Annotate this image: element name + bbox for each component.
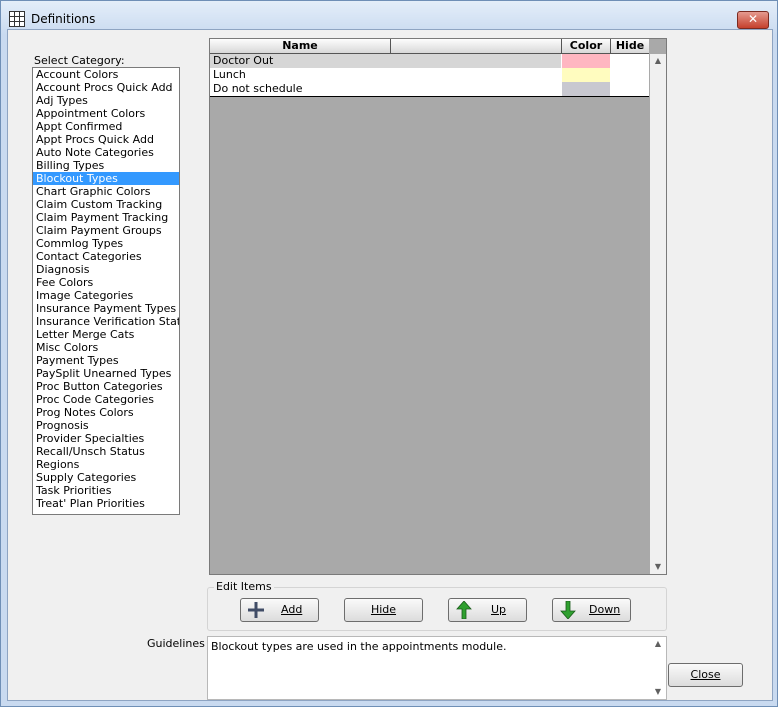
category-item[interactable]: Account Colors	[33, 68, 179, 81]
category-item[interactable]: Adj Types	[33, 94, 179, 107]
column-header-name[interactable]: Name	[210, 39, 391, 53]
grid-row[interactable]: Do not schedule	[210, 82, 649, 96]
category-item[interactable]: Appt Procs Quick Add	[33, 133, 179, 146]
hide-button-label: Hide	[370, 603, 397, 616]
guidelines-text: Blockout types are used in the appointme…	[211, 640, 507, 653]
category-item[interactable]: Insurance Verification Status	[33, 315, 179, 328]
down-button[interactable]: Down	[552, 598, 631, 622]
close-button-label: Close	[690, 668, 721, 681]
category-item[interactable]: Billing Types	[33, 159, 179, 172]
column-header-blank	[391, 39, 562, 53]
grid-cell-hide	[611, 68, 649, 82]
category-item[interactable]: Letter Merge Cats	[33, 328, 179, 341]
edit-items-title: Edit Items	[214, 580, 274, 593]
grid-cell-hide	[611, 54, 649, 68]
category-item[interactable]: Provider Specialties	[33, 432, 179, 445]
grid-cell-hide	[611, 82, 649, 96]
category-item[interactable]: Prognosis	[33, 419, 179, 432]
category-item[interactable]: Insurance Payment Types	[33, 302, 179, 315]
grid-cell-name: Lunch	[210, 68, 391, 82]
grid-app-icon	[9, 11, 25, 27]
plus-icon	[248, 602, 264, 618]
hide-button[interactable]: Hide	[344, 598, 423, 622]
category-item[interactable]: Claim Payment Tracking	[33, 211, 179, 224]
down-arrow-icon	[560, 601, 576, 619]
category-item[interactable]: Appt Confirmed	[33, 120, 179, 133]
down-button-label: Down	[589, 603, 621, 616]
add-button-label: Add	[281, 603, 303, 616]
category-item[interactable]: Chart Graphic Colors	[33, 185, 179, 198]
category-item[interactable]: Treat' Plan Priorities	[33, 497, 179, 510]
category-item[interactable]: Claim Custom Tracking	[33, 198, 179, 211]
category-item[interactable]: Payment Types	[33, 354, 179, 367]
up-button-label: Up	[491, 603, 507, 616]
category-item[interactable]: Proc Button Categories	[33, 380, 179, 393]
category-item[interactable]: Prog Notes Colors	[33, 406, 179, 419]
up-button[interactable]: Up	[448, 598, 527, 622]
close-button[interactable]: Close	[668, 663, 743, 687]
grid-cell-name: Do not schedule	[210, 82, 391, 96]
grid-rows: Doctor Out Lunch Do not schedule	[210, 54, 649, 97]
guidelines-scroll-up-icon[interactable]: ▲	[650, 637, 666, 651]
category-item[interactable]: Account Procs Quick Add	[33, 81, 179, 94]
grid-cell-blank	[391, 82, 561, 96]
edit-items-group: Edit Items Add Hide Up Down	[207, 580, 667, 631]
column-header-hide[interactable]: Hide	[611, 39, 649, 53]
definitions-window: Definitions ✕ Select Category: Account C…	[0, 0, 778, 707]
scroll-up-arrow-icon[interactable]: ▲	[650, 54, 666, 68]
category-item[interactable]: Proc Code Categories	[33, 393, 179, 406]
grid-header: Name Color Hide	[210, 39, 649, 54]
category-item[interactable]: Contact Categories	[33, 250, 179, 263]
category-item[interactable]: Claim Payment Groups	[33, 224, 179, 237]
grid-cell-color-swatch	[562, 68, 610, 82]
grid-vertical-scrollbar[interactable]: ▲ ▼	[650, 54, 666, 574]
window-close-icon[interactable]: ✕	[737, 11, 769, 29]
scroll-down-arrow-icon[interactable]: ▼	[650, 560, 666, 574]
grid-cell-name: Doctor Out	[210, 54, 391, 68]
up-arrow-icon	[456, 601, 472, 619]
guidelines-box[interactable]: Blockout types are used in the appointme…	[207, 636, 667, 700]
guidelines-scrollbar[interactable]: ▲ ▼	[650, 637, 666, 699]
category-item[interactable]: Recall/Unsch Status	[33, 445, 179, 458]
category-item[interactable]: Appointment Colors	[33, 107, 179, 120]
category-item[interactable]: Supply Categories	[33, 471, 179, 484]
category-item[interactable]: Regions	[33, 458, 179, 471]
category-item[interactable]: PaySplit Unearned Types	[33, 367, 179, 380]
grid-cell-blank	[391, 68, 561, 82]
category-list[interactable]: Account Colors Account Procs Quick Add Adj…	[32, 67, 180, 515]
definitions-grid[interactable]: Name Color Hide Doctor Out Lunch Do not sc…	[209, 38, 667, 575]
grid-row[interactable]: Doctor Out	[210, 54, 649, 68]
guidelines-label: Guidelines	[147, 637, 205, 650]
grid-cell-color-swatch	[562, 54, 610, 68]
guidelines-scroll-down-icon[interactable]: ▼	[650, 685, 666, 699]
category-item[interactable]: Task Priorities	[33, 484, 179, 497]
category-item[interactable]: Misc Colors	[33, 341, 179, 354]
select-category-label: Select Category:	[34, 54, 125, 67]
column-header-color[interactable]: Color	[562, 39, 611, 53]
grid-cell-color-swatch	[562, 82, 610, 96]
client-area: Select Category: Account Colors Account P…	[7, 29, 773, 701]
grid-row[interactable]: Lunch	[210, 68, 649, 82]
category-item[interactable]: Blockout Types	[33, 172, 179, 185]
category-item[interactable]: Auto Note Categories	[33, 146, 179, 159]
category-item[interactable]: Image Categories	[33, 289, 179, 302]
category-item[interactable]: Fee Colors	[33, 276, 179, 289]
add-button[interactable]: Add	[240, 598, 319, 622]
category-item[interactable]: Commlog Types	[33, 237, 179, 250]
category-item[interactable]: Diagnosis	[33, 263, 179, 276]
grid-cell-blank	[391, 54, 561, 68]
window-title: Definitions	[31, 12, 96, 26]
